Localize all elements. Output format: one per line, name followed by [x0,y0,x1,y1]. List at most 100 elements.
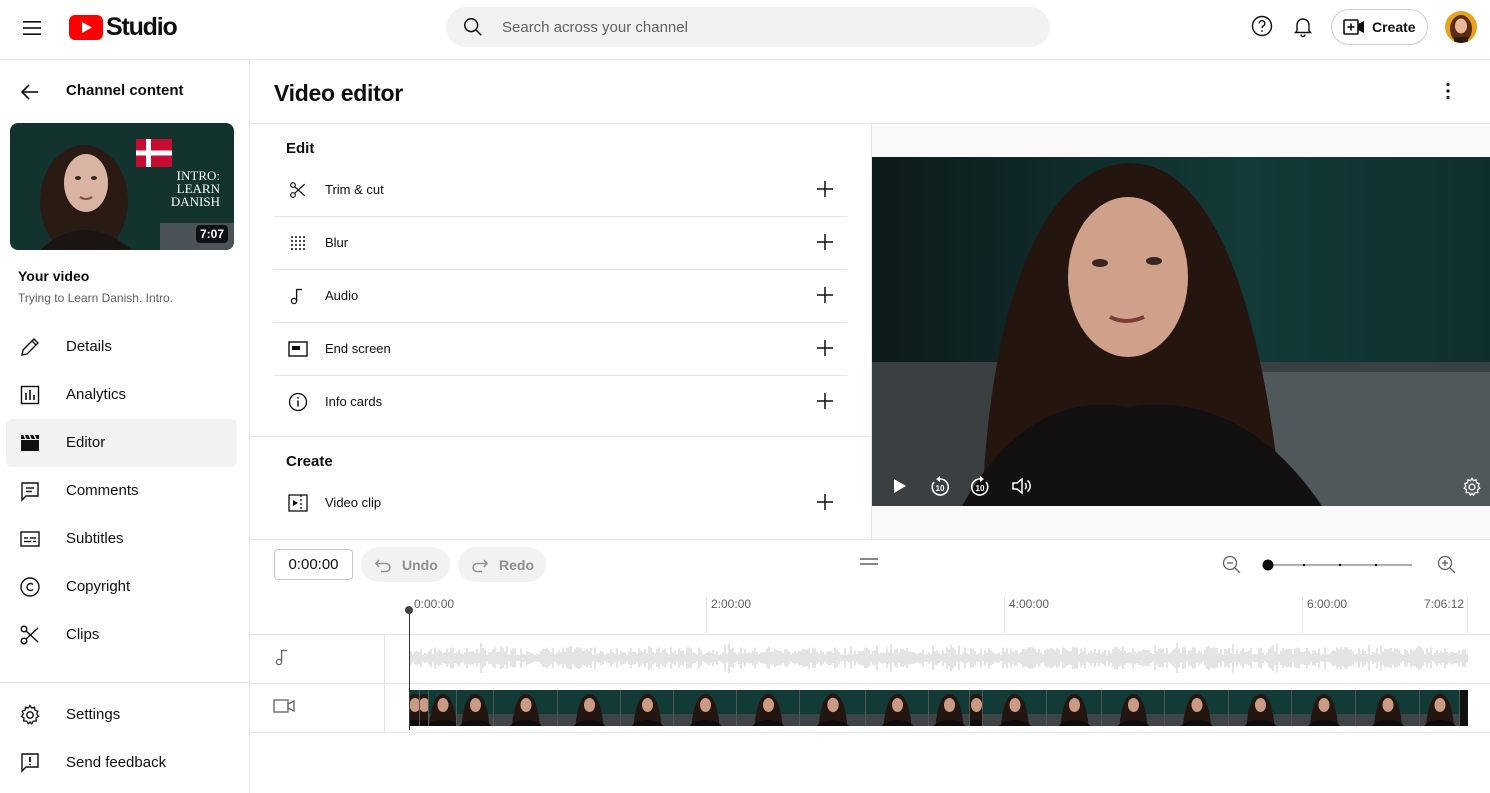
section-divider [250,436,871,437]
music-note-icon [290,288,302,305]
more-options-icon[interactable] [1436,79,1460,103]
youtube-studio-logo[interactable]: Studio [69,13,178,42]
tool-label: Blur [325,235,349,250]
comment-icon [21,482,39,502]
add-icon[interactable] [815,338,835,358]
timecode-field[interactable]: 0:00:00 [274,549,353,580]
video-track[interactable] [410,690,1468,726]
tool-end-screen[interactable]: End screen [274,322,847,375]
ruler-label: 0:00:00 [414,597,455,611]
page-title: Video editor [274,80,403,106]
svg-text:10: 10 [976,484,985,493]
youtube-logo-icon [69,15,103,40]
add-icon[interactable] [815,391,835,411]
sidebar-item-send-feedback[interactable]: Send feedback [6,739,237,787]
audio-waveform[interactable] [410,643,1468,673]
tool-info-cards[interactable]: Info cards [274,375,847,428]
video-frame [800,690,866,726]
undo-label: Undo [402,556,438,573]
sidebar-item-clips[interactable]: Clips [6,611,237,659]
sidebar-item-label: Details [66,338,112,355]
search-input[interactable] [502,18,1002,36]
ruler-tick [1467,597,1468,633]
svg-text:10: 10 [936,484,945,493]
danish-flag-icon [136,139,172,167]
sidebar-item-copyright[interactable]: Copyright [6,563,237,611]
help-icon[interactable] [1250,14,1274,38]
thumbnail-caption: INTRO: LEARN DANISH [170,168,220,209]
search-bar[interactable] [446,7,1050,47]
sidebar-item-analytics[interactable]: Analytics [6,371,237,419]
ruler-label: 2:00:00 [711,597,752,611]
ruler-tick [1302,597,1303,633]
scissors-icon [20,625,39,645]
video-frame [429,690,457,726]
sidebar-item-label: Settings [66,706,121,723]
sidebar-item-details[interactable]: Details [6,323,237,371]
forward-10-icon[interactable]: 10 [969,476,991,498]
video-camera-icon [273,699,295,713]
menu-icon[interactable] [14,10,50,46]
video-frame [929,690,970,726]
video-thumbnail[interactable]: INTRO: LEARN DANISH 7:07 [10,123,234,250]
channel-content-link[interactable]: Channel content [66,82,184,99]
tool-video-clip[interactable]: Video clip [274,476,847,529]
video-frame [1047,690,1102,726]
add-icon[interactable] [815,492,835,512]
sidebar-item-settings[interactable]: Settings [6,691,237,739]
resize-handle-icon[interactable] [859,557,879,567]
gear-icon [20,704,40,725]
create-video-icon [1343,19,1364,35]
video-frame [737,690,800,726]
ruler-label: 7:06:12 [1424,597,1465,611]
subtitles-icon [20,531,40,547]
playhead [409,610,410,730]
logo-text: Studio [106,13,178,41]
top-bar: Studio Create [0,0,1490,60]
sidebar-divider [0,682,249,683]
track-divider [250,683,1490,684]
redo-button[interactable]: Redo [458,547,546,582]
avatar[interactable] [1445,11,1477,43]
track-header-divider [384,634,385,732]
blur-icon [291,236,305,250]
sidebar-item-editor[interactable]: Editor [6,419,237,467]
add-icon[interactable] [815,285,835,305]
add-icon[interactable] [815,232,835,252]
redo-icon [472,559,488,572]
tool-trim-cut[interactable]: Trim & cut [274,163,847,216]
video-frame [1292,690,1356,726]
ruler-tick [1004,597,1005,633]
video-frame [420,690,429,726]
sidebar-item-subtitles[interactable]: Subtitles [6,515,237,563]
video-clip-icon [288,494,308,512]
notifications-bell-icon[interactable] [1291,14,1315,38]
volume-icon[interactable] [1011,476,1033,496]
zoom-slider[interactable] [1262,557,1414,573]
music-note-icon [275,649,287,666]
playhead-handle[interactable] [405,606,413,614]
undo-button[interactable]: Undo [361,547,450,582]
analytics-icon [20,385,40,405]
settings-gear-icon[interactable] [1461,476,1483,498]
play-icon[interactable] [889,476,909,496]
redo-label: Redo [499,556,534,573]
sidebar-item-comments[interactable]: Comments [6,467,237,515]
add-icon[interactable] [815,179,835,199]
track-divider [250,634,1490,635]
back-arrow-icon[interactable] [18,80,42,104]
feedback-icon [21,753,39,773]
video-preview[interactable] [872,157,1490,506]
tool-blur[interactable]: Blur [274,216,847,269]
zoom-out-icon[interactable] [1221,554,1243,576]
tool-label: Trim & cut [325,182,384,197]
tool-audio[interactable]: Audio [274,269,847,322]
rewind-10-icon[interactable]: 10 [929,476,951,498]
video-frame [970,690,983,726]
video-frame [1420,690,1460,726]
sidebar-item-label: Subtitles [66,530,124,547]
zoom-in-icon[interactable] [1436,554,1458,576]
create-button[interactable]: Create [1331,9,1428,45]
ruler-label: 4:00:00 [1009,597,1050,611]
tool-label: Info cards [325,394,383,409]
